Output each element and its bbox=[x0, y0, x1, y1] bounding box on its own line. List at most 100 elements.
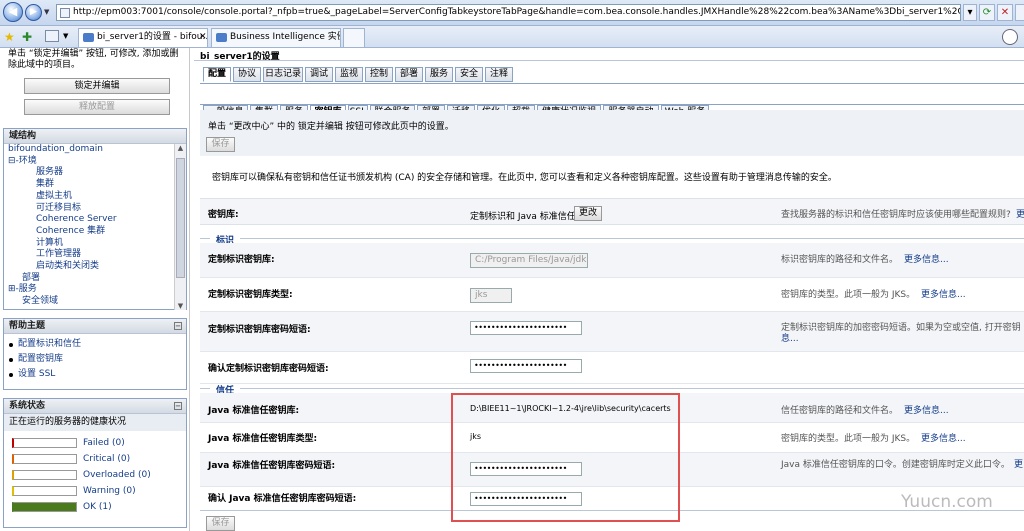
tree-node-environment[interactable]: ⊟-环境 bbox=[8, 156, 186, 168]
close-tab-icon[interactable]: ✕ bbox=[199, 32, 207, 42]
system-status-panel: 系统状态 − 正在运行的服务器的健康状况 Failed (0) Critical (… bbox=[3, 398, 187, 528]
keystore-change-button[interactable]: 更改 bbox=[574, 206, 602, 221]
tab-protocol[interactable]: 协议 bbox=[233, 67, 261, 82]
watermark: Yuucn.com bbox=[901, 492, 993, 512]
home-icon[interactable] bbox=[1002, 29, 1018, 45]
search-icon[interactable] bbox=[1015, 4, 1024, 21]
health-row: Critical (0) bbox=[4, 451, 186, 467]
health-label[interactable]: Failed (0) bbox=[83, 435, 125, 451]
custom-identity-pass-label: 定制标识密钥库密码短语: bbox=[208, 325, 311, 335]
keystore-description: 密钥库可以确保私有密钥和信任证书颁发机构 (CA) 的安全存储和管理。在此页中,… bbox=[212, 173, 837, 183]
tab-deploy[interactable]: 部署 bbox=[395, 67, 423, 82]
tree-node-virtual-hosts[interactable]: 虚拟主机 bbox=[8, 191, 186, 203]
favorites-star-icon[interactable]: ★ bbox=[4, 30, 15, 44]
health-bar bbox=[12, 438, 77, 448]
custom-identity-type-label: 定制标识密钥库类型: bbox=[208, 290, 293, 300]
add-favorite-icon[interactable]: ✚ bbox=[22, 30, 32, 44]
health-row: Failed (0) bbox=[4, 435, 186, 451]
health-row: Overloaded (0) bbox=[4, 467, 186, 483]
tree-node-services[interactable]: ⊞-服务 bbox=[8, 284, 186, 296]
tree-node-coherence-server[interactable]: Coherence Server bbox=[8, 214, 186, 226]
lock-and-edit-button[interactable]: 锁定并编辑 bbox=[24, 78, 170, 94]
custom-identity-keystore-field[interactable]: C:/Program Files/Java/jdk bbox=[470, 253, 588, 268]
address-dropdown-icon[interactable]: ▾ bbox=[963, 4, 977, 21]
tree-node-work-managers[interactable]: 工作管理器 bbox=[8, 249, 186, 261]
custom-identity-keystore-more[interactable]: 更多信息... bbox=[904, 252, 949, 265]
browser-tab-settings[interactable]: bi_server1的设置 - bifou... bbox=[78, 28, 208, 47]
java-trust-keystore-label: Java 标准信任密钥库: bbox=[208, 406, 300, 416]
release-config-button[interactable]: 释放配置 bbox=[24, 99, 170, 115]
highlight-box bbox=[451, 393, 680, 522]
tree-node-machines[interactable]: 计算机 bbox=[8, 238, 186, 250]
health-label[interactable]: Overloaded (0) bbox=[83, 467, 151, 483]
help-link-identity-trust[interactable]: 配置标识和信任 bbox=[4, 337, 186, 352]
custom-identity-pass-more[interactable]: 息... bbox=[781, 331, 799, 344]
tab-control[interactable]: 控制 bbox=[365, 67, 393, 82]
health-row: Warning (0) bbox=[4, 483, 186, 499]
notice-bar bbox=[200, 110, 1024, 156]
new-tab-button[interactable] bbox=[343, 28, 365, 47]
custom-identity-pass-field[interactable]: •••••••••••••••••••••• bbox=[470, 321, 582, 335]
java-trust-pass-more[interactable]: 更 bbox=[1014, 457, 1023, 470]
browser-tab-bar: ★ ✚ ▼ bi_server1的设置 - bifou... ✕ Busines… bbox=[0, 26, 1024, 48]
tab-page-icon bbox=[83, 33, 94, 42]
collapse-icon[interactable]: − bbox=[174, 402, 182, 410]
health-label[interactable]: Warning (0) bbox=[83, 483, 136, 499]
history-dropdown-icon[interactable]: ▼ bbox=[44, 8, 49, 16]
stop-icon[interactable]: ✕ bbox=[997, 4, 1013, 21]
health-label[interactable]: Critical (0) bbox=[83, 451, 130, 467]
refresh-icon[interactable]: ⟳ bbox=[979, 4, 995, 21]
help-link-keystores[interactable]: 配置密钥库 bbox=[4, 352, 186, 367]
custom-identity-type-field[interactable]: jks bbox=[470, 288, 512, 303]
lock-notice: 单击 “更改中心” 中的 锁定并编辑 按钮可修改此页中的设置。 bbox=[208, 122, 454, 132]
tab-list-dropdown-icon[interactable]: ▼ bbox=[63, 32, 68, 40]
tab-security[interactable]: 安全 bbox=[455, 67, 483, 82]
tab-logging[interactable]: 日志记录 bbox=[263, 67, 303, 82]
custom-identity-pass-help: 定制标识密钥库的加密密码短语。如果为空或空值, 打开密钥 bbox=[781, 323, 1021, 333]
domain-structure-title: 域结构 bbox=[4, 129, 186, 144]
confirm-identity-pass-label: 确认定制标识密钥库密码短语: bbox=[208, 364, 329, 374]
tree-node-domain[interactable]: bifoundation_domain bbox=[8, 144, 186, 156]
tab-page-icon bbox=[216, 33, 227, 42]
domain-tree: bifoundation_domain ⊟-环境 服务器 集群 虚拟主机 可迁移… bbox=[4, 144, 186, 309]
health-label[interactable]: OK (1) bbox=[83, 499, 112, 515]
keystore-more-link[interactable]: 更 bbox=[1016, 207, 1024, 220]
tab-config[interactable]: 配置 bbox=[203, 67, 231, 82]
browser-tab-bi-instance[interactable]: Business Intelligence 实例 bbox=[211, 28, 341, 47]
page-icon bbox=[60, 8, 70, 18]
tree-node-security-realms[interactable]: 安全领域 bbox=[8, 296, 186, 308]
help-link-ssl[interactable]: 设置 SSL bbox=[4, 367, 186, 382]
quick-tabs-icon[interactable] bbox=[45, 30, 59, 42]
status-subtitle: 正在运行的服务器的健康状况 bbox=[4, 414, 186, 431]
confirm-identity-pass-field[interactable]: •••••••••••••••••••••• bbox=[470, 359, 582, 373]
main-content: bi_server1的设置 配置协议日志记录调试监视控制部署服务安全注释 一般信… bbox=[194, 48, 1024, 531]
java-trust-keystore-more[interactable]: 更多信息... bbox=[904, 403, 949, 416]
address-input[interactable]: http://epm003:7001/console/console.porta… bbox=[56, 4, 961, 21]
health-list: Failed (0) Critical (0) Overloaded (0) Warn… bbox=[4, 431, 186, 515]
tab-monitor[interactable]: 监视 bbox=[335, 67, 363, 82]
collapse-icon[interactable]: − bbox=[174, 322, 182, 330]
forward-icon[interactable]: ▶ bbox=[25, 4, 42, 21]
tab-services[interactable]: 服务 bbox=[425, 67, 453, 82]
keystore-value: 定制标识和 Java 标准信任 bbox=[470, 212, 576, 222]
custom-identity-type-more[interactable]: 更多信息... bbox=[921, 287, 966, 300]
tab-notes[interactable]: 注释 bbox=[485, 67, 513, 82]
tree-scrollbar[interactable]: ▲ ▼ bbox=[174, 144, 186, 310]
keystore-label: 密钥库: bbox=[208, 210, 239, 220]
keystore-help: 查找服务器的标识和信任密钥库时应该使用哪些配置规则? bbox=[781, 210, 1011, 220]
help-topics-panel: 帮助主题 − 配置标识和信任 配置密钥库 设置 SSL bbox=[3, 318, 187, 390]
save-button-top[interactable]: 保存 bbox=[206, 137, 235, 152]
java-trust-pass-help: Java 标准信任密钥库的口令。创建密钥库时定义此口令。 bbox=[781, 460, 1010, 470]
tree-node-deployments[interactable]: 部署 bbox=[8, 273, 186, 285]
back-icon[interactable]: ◀ bbox=[3, 2, 23, 22]
tree-node-servers[interactable]: 服务器 bbox=[8, 167, 186, 179]
tree-node-clusters[interactable]: 集群 bbox=[8, 179, 186, 191]
tree-node-migratable-targets[interactable]: 可迁移目标 bbox=[8, 203, 186, 215]
tree-node-startup-shutdown[interactable]: 启动类和关闭类 bbox=[8, 261, 186, 273]
custom-identity-type-help: 密钥库的类型。此项一般为 JKS。 bbox=[781, 290, 916, 300]
save-button-bottom[interactable]: 保存 bbox=[206, 516, 235, 531]
tree-node-coherence-cluster[interactable]: Coherence 集群 bbox=[8, 226, 186, 238]
java-trust-type-more[interactable]: 更多信息... bbox=[921, 431, 966, 444]
tab-debug[interactable]: 调试 bbox=[305, 67, 333, 82]
java-trust-type-help: 密钥库的类型。此项一般为 JKS。 bbox=[781, 434, 916, 444]
